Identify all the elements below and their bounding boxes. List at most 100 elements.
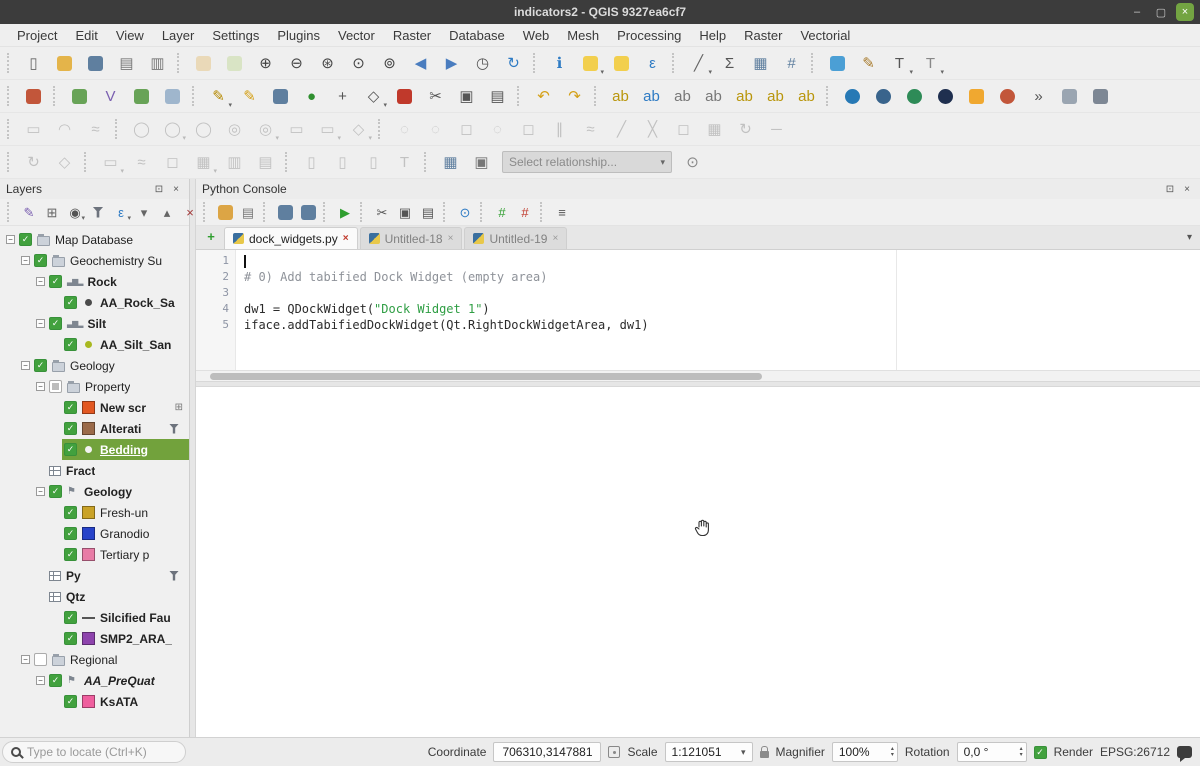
filter-indicator-icon[interactable] [169, 571, 179, 581]
statistical-summary-icon[interactable]: Σ [715, 50, 744, 77]
toolbar-handle[interactable] [594, 86, 601, 106]
toolbar-handle[interactable] [7, 86, 14, 106]
spinner-arrows-icon[interactable]: ▴▾ [1020, 746, 1023, 758]
layer-labeling-options-icon[interactable]: ab [606, 83, 635, 110]
layer-item-aa-silt-san-5[interactable]: ✓AA_Silt_San [0, 334, 189, 355]
move-feature-icon[interactable]: + [328, 83, 357, 110]
redo-icon[interactable]: ↷ [560, 83, 589, 110]
visibility-checkbox[interactable]: ✓ [34, 359, 47, 372]
new-project-icon[interactable]: ▯ [19, 50, 48, 77]
identify-features-icon[interactable]: ℹ [545, 50, 574, 77]
toolbar-handle[interactable] [7, 202, 14, 222]
toolbar-handle[interactable] [378, 119, 385, 139]
visibility-checkbox[interactable]: ✓ [64, 506, 77, 519]
visibility-checkbox[interactable]: ✓ [64, 611, 77, 624]
visibility-checkbox[interactable]: ✓ [64, 632, 77, 645]
layer-item-property-7[interactable]: −Property [0, 376, 189, 397]
expander-icon[interactable]: − [34, 277, 47, 286]
world-map-icon[interactable] [900, 83, 929, 110]
split-parts-icon[interactable]: ╳ [638, 116, 667, 143]
layer-item-new-scr-8[interactable]: ✓New scr⊞ [0, 397, 189, 418]
filter-indicator-icon[interactable] [169, 424, 179, 434]
toolbar-handle[interactable] [84, 152, 91, 172]
svg-annotation-icon[interactable]: ▯ [359, 149, 388, 176]
undo-icon[interactable]: ↶ [529, 83, 558, 110]
spinner-arrows-icon[interactable]: ▴▾ [891, 746, 894, 758]
ellipse-from-extent-icon[interactable]: ◎▾ [251, 116, 280, 143]
field-calculator-icon[interactable]: # [777, 50, 806, 77]
delete-ring-icon[interactable]: ◌ [483, 116, 512, 143]
toolbar-overflow-icon[interactable]: » [1024, 83, 1053, 110]
toolbar-handle[interactable] [115, 119, 122, 139]
toolbar-handle[interactable] [7, 119, 14, 139]
copy-icon[interactable]: ▣ [394, 201, 416, 223]
magnifier-input[interactable]: 100% ▴▾ [832, 742, 898, 762]
add-part-icon[interactable]: ◻ [452, 116, 481, 143]
code-line[interactable] [244, 286, 1200, 302]
visibility-checkbox[interactable]: ✓ [64, 422, 77, 435]
toolbar-handle[interactable] [177, 53, 184, 73]
layer-item-tertiary-p-15[interactable]: ✓Tertiary p [0, 544, 189, 565]
new-editor-tab-icon[interactable]: + [202, 228, 220, 246]
filter-legend-icon[interactable] [87, 201, 109, 223]
editor-code[interactable]: # 0) Add tabified Dock Widget (empty are… [236, 250, 1200, 370]
zoom-in-icon[interactable]: ⊕ [251, 50, 280, 77]
new-shapefile-layer-icon[interactable]: V [96, 83, 125, 110]
tab-close-icon[interactable]: × [552, 233, 558, 244]
menu-vectorial-14[interactable]: Vectorial [791, 24, 859, 46]
menu-web-9[interactable]: Web [514, 24, 559, 46]
open-related-tables-icon[interactable]: ▦ [436, 149, 465, 176]
filter-legend-by-expression-icon[interactable]: ε▾ [110, 201, 132, 223]
select-features-icon[interactable]: ▾ [576, 50, 605, 77]
processing-plugin-icon[interactable] [993, 83, 1022, 110]
relationship-mode-icon[interactable]: ▣ [467, 149, 496, 176]
menu-database-8[interactable]: Database [440, 24, 514, 46]
refresh-map-icon[interactable]: ↻ [499, 50, 528, 77]
open-layer-styling-icon[interactable]: ✎ [18, 201, 40, 223]
zoom-last-icon[interactable]: ◀ [406, 50, 435, 77]
menu-raster-13[interactable]: Raster [735, 24, 791, 46]
toolbar-handle[interactable] [480, 202, 487, 222]
text-annotation-icon[interactable]: T [390, 149, 419, 176]
current-edits-icon[interactable]: ✎▾ [204, 83, 233, 110]
hscroll-thumb[interactable] [210, 373, 762, 380]
modify-attributes-icon[interactable]: ▦▾ [189, 149, 218, 176]
move-label-icon[interactable]: ab [730, 83, 759, 110]
tab-close-icon[interactable]: × [343, 233, 349, 244]
web-services-icon[interactable] [869, 83, 898, 110]
toolbar-handle[interactable] [323, 202, 330, 222]
toolbar-handle[interactable] [360, 202, 367, 222]
plugin-extra-2-icon[interactable] [1086, 83, 1115, 110]
menu-settings-4[interactable]: Settings [203, 24, 268, 46]
editor-hscrollbar[interactable] [196, 370, 1200, 381]
pin-labels-icon[interactable]: ab [668, 83, 697, 110]
tab-close-icon[interactable]: × [448, 233, 454, 244]
split-features-icon[interactable]: ╱ [607, 116, 636, 143]
save-script-as-icon[interactable] [297, 201, 319, 223]
layer-diagram-options-icon[interactable]: ab [637, 83, 666, 110]
zoom-to-selection-icon[interactable]: ⊙ [344, 50, 373, 77]
editor-tab-dock-widgets-py[interactable]: dock_widgets.py× [224, 227, 358, 249]
run-script-icon[interactable]: ▶ [334, 201, 356, 223]
menu-vector-6[interactable]: Vector [329, 24, 384, 46]
code-line[interactable]: dw1 = QDockWidget("Dock Widget 1") [244, 302, 1200, 318]
simplify-feature-icon[interactable]: ≈ [127, 149, 156, 176]
rectangle-from-extent-icon[interactable]: ▭ [282, 116, 311, 143]
temporal-controller-icon[interactable]: ◷ [468, 50, 497, 77]
map-canvas[interactable] [196, 387, 1200, 737]
open-in-external-editor-icon[interactable]: ▤ [237, 201, 259, 223]
layer-item-smp2-ara-19[interactable]: ✓SMP2_ARA_ [0, 628, 189, 649]
visibility-checkbox[interactable] [34, 653, 47, 666]
delete-selected-icon[interactable] [390, 83, 419, 110]
merge-attributes-icon[interactable]: ▦ [700, 116, 729, 143]
offset-point-symbols-icon[interactable]: ◇ [50, 149, 79, 176]
toolbar-handle[interactable] [53, 86, 60, 106]
new-annotation-icon[interactable]: T▾ [916, 50, 945, 77]
layer-item-qtz-17[interactable]: Qtz [0, 586, 189, 607]
visibility-checkbox[interactable]: ✓ [64, 527, 77, 540]
save-project-icon[interactable] [81, 50, 110, 77]
code-line[interactable]: iface.addTabifiedDockWidget(Qt.RightDock… [244, 318, 1200, 334]
expander-icon[interactable]: − [19, 256, 32, 265]
expander-icon[interactable]: − [34, 382, 47, 391]
toolbar-handle[interactable] [7, 152, 14, 172]
